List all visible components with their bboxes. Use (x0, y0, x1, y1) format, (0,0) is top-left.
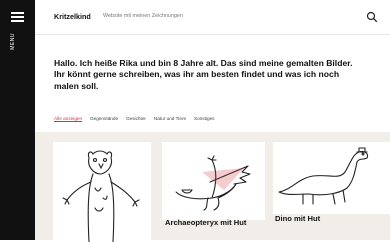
caption-archaeopteryx[interactable]: Archaeopteryx mit Hut (165, 218, 246, 227)
sidebar: MENU (0, 0, 35, 240)
gallery: Archaeopteryx mit Hut Dino mit Hut (35, 132, 390, 242)
gallery-item[interactable] (273, 142, 390, 214)
filter-faces[interactable]: Gesichter (126, 116, 146, 121)
gallery-item[interactable] (53, 142, 151, 242)
filter-nature-animals[interactable]: Natur und Tiere (154, 116, 186, 121)
category-filter: Alle anzeigen Gegenstände Gesichter Natu… (54, 116, 221, 121)
filter-objects[interactable]: Gegenstände (90, 116, 118, 121)
drawing-dino-image (278, 147, 369, 205)
site-title[interactable]: Kritzelkind (54, 12, 91, 21)
filter-other[interactable]: Sonstiges (194, 116, 215, 121)
menu-icon[interactable] (11, 12, 24, 22)
intro-text: Hallo. Ich heiße Rika und bin 8 Jahre al… (54, 58, 353, 91)
menu-label[interactable]: MENU (10, 33, 16, 50)
drawing-archaeopteryx-image (175, 155, 251, 211)
header: Kritzelkind Website mit meinen Zeichnung… (35, 0, 390, 35)
site-description: Website mit meinen Zeichnungen (103, 13, 183, 19)
caption-dino[interactable]: Dino mit Hut (275, 214, 320, 223)
search-icon[interactable] (366, 11, 378, 23)
gallery-item[interactable] (162, 142, 265, 220)
filter-all[interactable]: Alle anzeigen (54, 116, 82, 121)
drawing-figure-image (62, 150, 140, 242)
